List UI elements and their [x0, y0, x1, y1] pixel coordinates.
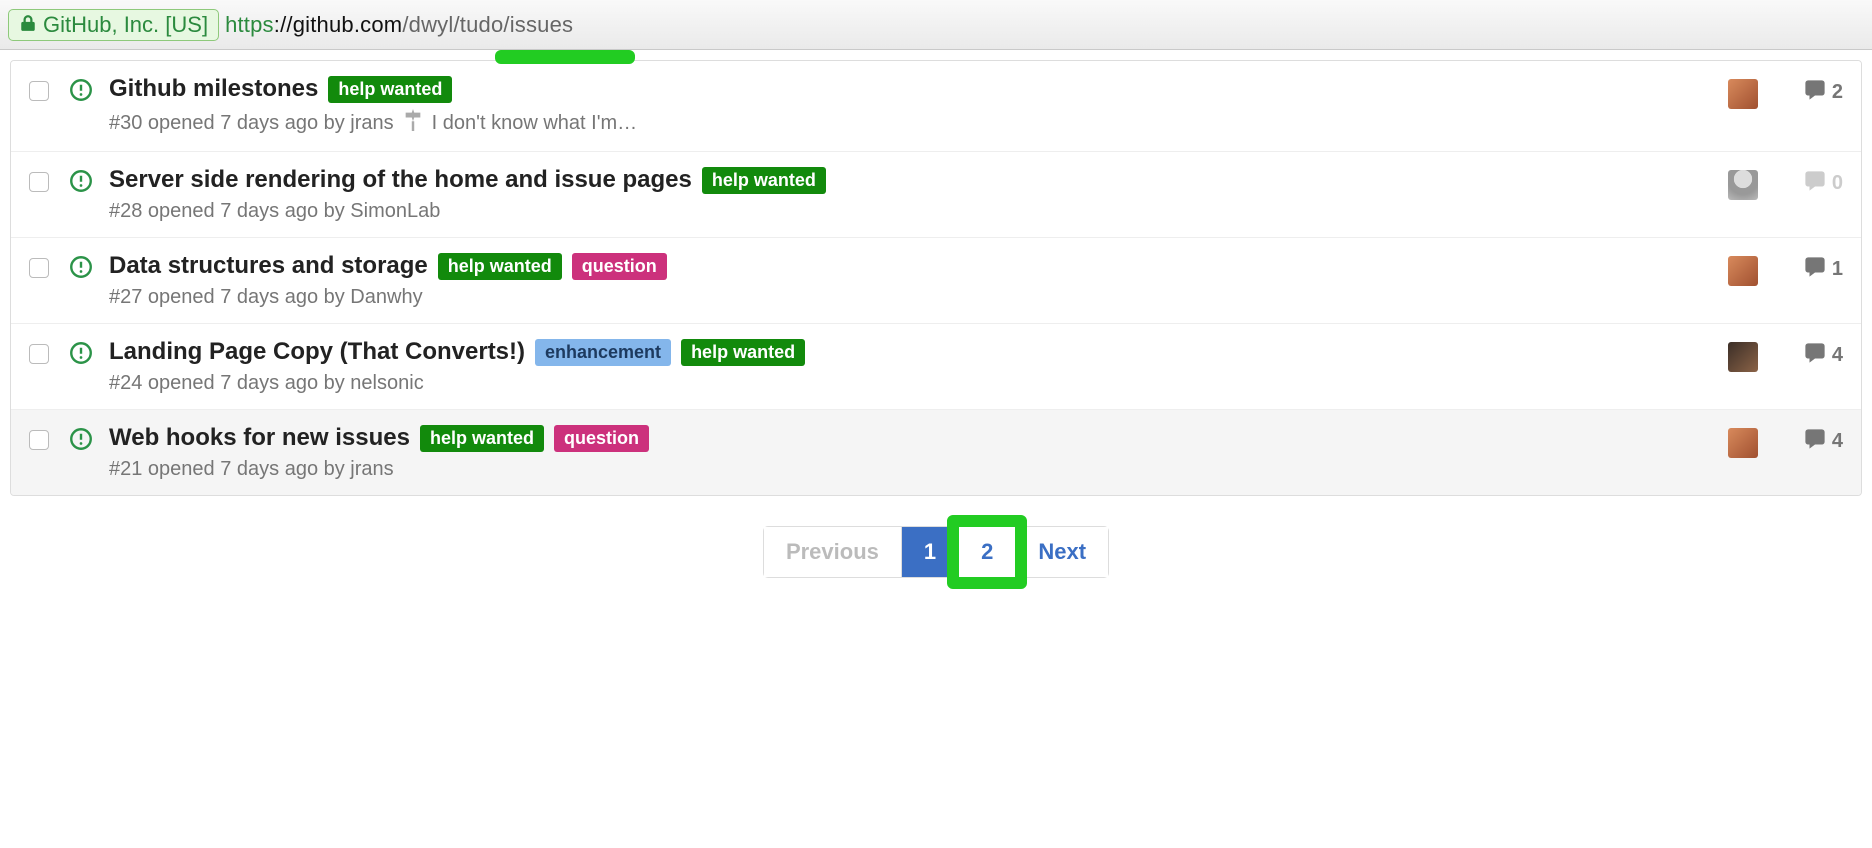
issue-checkbox-cell — [29, 75, 69, 106]
comment-count: 0 — [1832, 172, 1843, 195]
open-issue-icon — [69, 424, 109, 456]
issue-checkbox-cell — [29, 252, 69, 283]
issue-comments[interactable]: 0 — [1773, 166, 1843, 197]
issue-label[interactable]: help wanted — [438, 253, 562, 280]
issue-row[interactable]: Github milestones help wanted #30 opened … — [11, 61, 1861, 151]
avatar — [1728, 79, 1758, 109]
pagination: Previous 1 2 Next — [0, 526, 1872, 578]
issue-row[interactable]: Server side rendering of the home and is… — [11, 151, 1861, 237]
issue-assignee[interactable] — [1713, 338, 1773, 372]
comment-count: 4 — [1832, 430, 1843, 453]
issue-meta: #21 opened 7 days ago by jrans — [109, 458, 394, 481]
issue-main: Server side rendering of the home and is… — [109, 166, 1713, 223]
issue-title-link[interactable]: Landing Page Copy (That Converts!) — [109, 338, 525, 366]
issue-checkbox[interactable] — [29, 81, 49, 101]
issue-comments[interactable]: 4 — [1773, 338, 1843, 369]
comment-count: 4 — [1832, 344, 1843, 367]
comment-icon — [1804, 79, 1826, 106]
issue-label[interactable]: enhancement — [535, 339, 671, 366]
pagination-next[interactable]: Next — [1016, 527, 1108, 577]
issue-label[interactable]: question — [572, 253, 667, 280]
pagination-prev: Previous — [764, 527, 902, 577]
issue-meta: #24 opened 7 days ago by nelsonic — [109, 372, 424, 395]
avatar — [1728, 428, 1758, 458]
open-issue-icon — [69, 338, 109, 370]
issue-comments[interactable]: 4 — [1773, 424, 1843, 455]
issue-meta: #28 opened 7 days ago by SimonLab — [109, 200, 440, 223]
issue-checkbox[interactable] — [29, 172, 49, 192]
url-display[interactable]: https://github.com/dwyl/tudo/issues — [225, 12, 573, 38]
issue-assignee[interactable] — [1713, 252, 1773, 286]
issue-main: Landing Page Copy (That Converts!) enhan… — [109, 338, 1713, 395]
open-issue-icon — [69, 252, 109, 284]
pagination-page-1[interactable]: 1 — [902, 527, 959, 577]
issue-row[interactable]: Web hooks for new issues help wanted ques… — [11, 409, 1861, 495]
avatar — [1728, 256, 1758, 286]
avatar — [1728, 342, 1758, 372]
pagination-page-2[interactable]: 2 — [959, 527, 1016, 577]
issue-label[interactable]: question — [554, 425, 649, 452]
issue-checkbox-cell — [29, 424, 69, 455]
issue-assignee[interactable] — [1713, 166, 1773, 200]
issue-checkbox[interactable] — [29, 258, 49, 278]
issue-meta: #27 opened 7 days ago by Danwhy — [109, 286, 423, 309]
url-host: ://github.com — [274, 12, 403, 37]
comment-icon — [1804, 428, 1826, 455]
comment-count: 2 — [1832, 81, 1843, 104]
issue-row[interactable]: Landing Page Copy (That Converts!) enhan… — [11, 323, 1861, 409]
issue-title-link[interactable]: Github milestones — [109, 75, 318, 103]
pagination-group: Previous 1 2 Next — [763, 526, 1109, 578]
issue-label[interactable]: help wanted — [420, 425, 544, 452]
open-issue-icon — [69, 166, 109, 198]
issue-title-link[interactable]: Web hooks for new issues — [109, 424, 410, 452]
browser-address-bar: GitHub, Inc. [US] https://github.com/dwy… — [0, 0, 1872, 50]
issue-label[interactable]: help wanted — [681, 339, 805, 366]
lock-icon — [19, 12, 37, 38]
url-proto: https — [225, 12, 274, 37]
url-path: /dwyl/tudo/issues — [402, 12, 573, 37]
ev-ssl-badge: GitHub, Inc. [US] — [8, 9, 219, 41]
issue-checkbox[interactable] — [29, 344, 49, 364]
pagination-page-2-label: 2 — [981, 539, 993, 564]
issues-list: Github milestones help wanted #30 opened … — [10, 60, 1862, 496]
issue-title-link[interactable]: Data structures and storage — [109, 252, 428, 280]
issue-label[interactable]: help wanted — [328, 76, 452, 103]
open-issue-icon — [69, 75, 109, 107]
issue-assignee[interactable] — [1713, 424, 1773, 458]
ev-ssl-text: GitHub, Inc. [US] — [43, 12, 208, 38]
issue-row[interactable]: Data structures and storage help wanted q… — [11, 237, 1861, 323]
issue-milestone[interactable]: I don't know what I'm… — [432, 112, 638, 135]
issue-meta: #30 opened 7 days ago by jrans — [109, 112, 394, 135]
issue-main: Data structures and storage help wanted q… — [109, 252, 1713, 309]
issue-checkbox[interactable] — [29, 430, 49, 450]
issue-main: Web hooks for new issues help wanted ques… — [109, 424, 1713, 481]
issue-label[interactable]: help wanted — [702, 167, 826, 194]
milestone-icon — [404, 109, 422, 137]
issue-main: Github milestones help wanted #30 opened … — [109, 75, 1713, 137]
issue-checkbox-cell — [29, 166, 69, 197]
issue-checkbox-cell — [29, 338, 69, 369]
issue-comments[interactable]: 2 — [1773, 75, 1843, 106]
comment-icon — [1804, 170, 1826, 197]
issue-comments[interactable]: 1 — [1773, 252, 1843, 283]
issue-title-link[interactable]: Server side rendering of the home and is… — [109, 166, 692, 194]
comment-icon — [1804, 256, 1826, 283]
comment-count: 1 — [1832, 258, 1843, 281]
avatar — [1728, 170, 1758, 200]
issue-assignee[interactable] — [1713, 75, 1773, 109]
comment-icon — [1804, 342, 1826, 369]
